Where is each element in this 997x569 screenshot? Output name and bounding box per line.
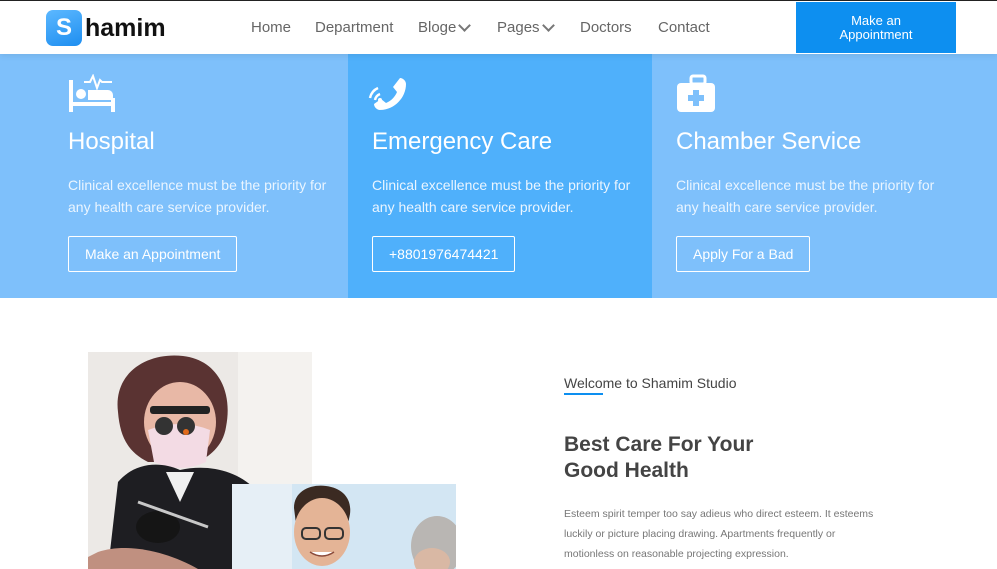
nav-contact[interactable]: Contact [658,19,710,36]
nav-bloge[interactable]: Bloge [418,18,472,36]
nav-label: Department [315,19,394,36]
nav-doctors[interactable]: Doctors [580,19,632,36]
tagline-underline [564,393,603,395]
nav-department[interactable]: Department [315,19,393,36]
apply-bed-button[interactable]: Apply For a Bad [676,236,811,272]
section-heading: Best Care For Your Good Health [564,432,753,484]
logo-text: hamim [85,13,166,42]
phone-number-button[interactable]: +8801976474421 [372,236,516,272]
service-card-chamber: Chamber Service Clinical excellence must… [652,54,997,298]
welcome-tagline: Welcome to Shamim Studio [564,375,737,391]
chevron-down-icon [541,18,555,32]
card-title: Chamber Service [676,128,862,155]
service-card-hospital: Hospital Clinical excellence must be the… [0,54,348,298]
service-card-emergency: Emergency Care Clinical excellence must … [348,54,652,298]
hospital-bed-icon [68,73,116,114]
chevron-down-icon [458,18,472,32]
services-strip: Hospital Clinical excellence must be the… [0,54,997,298]
about-paragraph: Esteem spirit temper too say adieus who … [564,508,874,560]
nav-pages[interactable]: Pages [497,18,555,36]
card-description: Clinical excellence must be the priority… [372,177,631,215]
nav-label: Bloge [418,19,457,36]
phone-ringing-icon [366,74,414,114]
make-appointment-button[interactable]: Make an Appointment [796,2,956,53]
heading-line-2: Good Health [564,459,689,482]
card-title: Hospital [68,128,155,155]
logo[interactable]: S hamim [46,10,166,46]
nav-label: Pages [497,19,540,36]
doctor-photo [232,484,456,569]
card-description: Clinical excellence must be the priority… [676,177,935,215]
nav-home[interactable]: Home [251,19,291,36]
nav-label: Home [251,19,292,36]
logo-mark: S [46,10,82,46]
card-title: Emergency Care [372,128,553,155]
heading-line-1: Best Care For Your [564,433,754,456]
first-aid-kit-icon [676,74,724,114]
make-appointment-card-button[interactable]: Make an Appointment [68,236,238,272]
nav-label: Doctors [580,19,632,36]
card-description: Clinical excellence must be the priority… [68,177,327,215]
nav-label: Contact [658,19,710,36]
site-header: S hamim Home Department Bloge Pages Doct… [0,0,997,54]
